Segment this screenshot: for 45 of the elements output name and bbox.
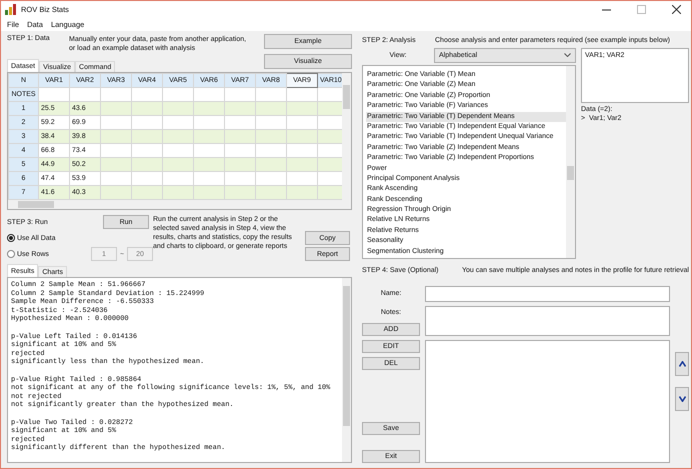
- table-cell[interactable]: [224, 186, 256, 200]
- table-cell[interactable]: [194, 102, 224, 116]
- table-cell[interactable]: [194, 130, 224, 144]
- name-field[interactable]: [425, 286, 670, 302]
- table-cell[interactable]: [132, 158, 162, 172]
- table-cell[interactable]: [132, 186, 162, 200]
- table-cell[interactable]: [162, 102, 194, 116]
- scrollbar[interactable]: [342, 278, 351, 462]
- scrollbar[interactable]: [566, 66, 575, 258]
- table-cell[interactable]: [256, 130, 286, 144]
- table-cell[interactable]: [162, 158, 194, 172]
- app-icon: [5, 4, 17, 14]
- table-cell[interactable]: [100, 130, 132, 144]
- maximize-icon[interactable]: [637, 4, 646, 14]
- table-cell[interactable]: [194, 158, 224, 172]
- scrollbar[interactable]: [8, 200, 342, 209]
- chevron-up-icon: [678, 361, 686, 367]
- move-up-button[interactable]: [675, 352, 689, 376]
- close-icon[interactable]: [672, 4, 681, 14]
- table-cell[interactable]: [286, 130, 318, 144]
- move-down-button[interactable]: [675, 387, 689, 411]
- table-cell[interactable]: [100, 186, 132, 200]
- table-cell[interactable]: [224, 158, 256, 172]
- table-cell[interactable]: [132, 130, 162, 144]
- table-cell[interactable]: [132, 102, 162, 116]
- saved-analyses-list[interactable]: [425, 340, 670, 463]
- table-cell[interactable]: [286, 102, 318, 116]
- chevron-down-icon: [678, 396, 686, 402]
- table-cell[interactable]: [286, 158, 318, 172]
- radio-button[interactable]: [7, 234, 15, 242]
- caret-icon: [564, 53, 571, 57]
- table-cell[interactable]: [162, 130, 194, 144]
- table-cell[interactable]: [256, 186, 286, 200]
- table-cell[interactable]: [224, 130, 256, 144]
- table-cell[interactable]: [256, 102, 286, 116]
- table-cell[interactable]: [194, 186, 224, 200]
- table-cell[interactable]: [162, 186, 194, 200]
- table-cell[interactable]: [100, 158, 132, 172]
- table-cell[interactable]: [224, 102, 256, 116]
- notes-field[interactable]: [425, 306, 670, 336]
- table-cell[interactable]: [256, 158, 286, 172]
- radio-button[interactable]: [7, 250, 15, 258]
- table-cell[interactable]: [100, 102, 132, 116]
- table-cell[interactable]: [286, 186, 318, 200]
- scrollbar[interactable]: [342, 73, 351, 209]
